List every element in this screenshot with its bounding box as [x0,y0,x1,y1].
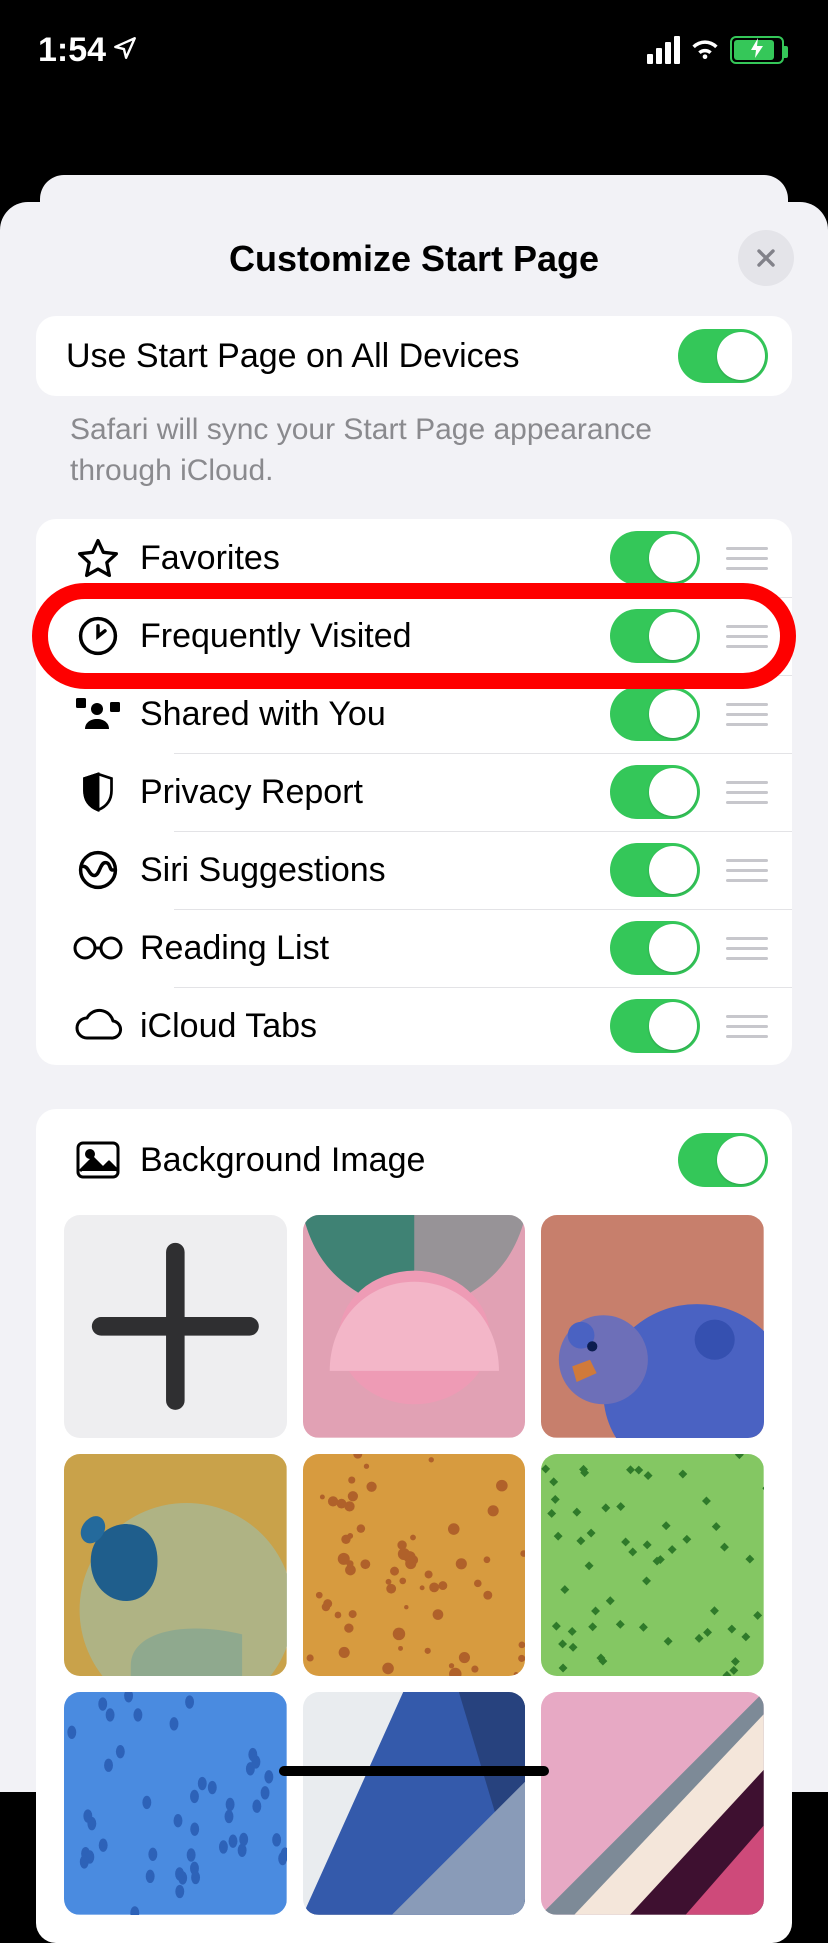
sheet-title: Customize Start Page [229,238,599,279]
item-toggle[interactable] [610,843,700,897]
drag-handle-icon[interactable] [726,859,768,882]
background-thumb-parrot[interactable] [64,1454,287,1677]
drag-handle-icon[interactable] [726,1015,768,1038]
people-icon [66,696,130,732]
add-background-button[interactable] [64,1215,287,1438]
background-header-row[interactable]: Background Image [36,1109,792,1197]
background-thumb-bear[interactable] [541,1215,764,1438]
cellular-icon [647,36,680,64]
drag-handle-icon[interactable] [726,703,768,726]
item-label: Frequently Visited [130,617,602,656]
background-thumb-butterfly[interactable] [303,1215,526,1438]
status-time: 1:54 [38,31,138,70]
sync-row[interactable]: Use Start Page on All Devices [36,316,792,396]
item-toggle[interactable] [610,765,700,819]
background-thumb-tri-blue[interactable] [303,1692,526,1915]
customize-start-page-sheet: Customize Start Page Use Start Page on A… [0,202,828,1792]
home-indicator[interactable] [279,1766,549,1776]
drag-handle-icon[interactable] [726,937,768,960]
drag-handle-icon[interactable] [726,781,768,804]
item-toggle[interactable] [610,687,700,741]
background-thumb-dots-green[interactable] [541,1454,764,1677]
item-row-glasses[interactable]: Reading List [36,909,792,987]
background-toggle[interactable] [678,1133,768,1187]
wifi-icon [688,35,722,66]
siri-icon [66,848,130,892]
item-row-clock[interactable]: Frequently Visited [36,597,792,675]
star-icon [66,536,130,580]
item-row-people[interactable]: Shared with You [36,675,792,753]
glasses-icon [66,934,130,962]
item-toggle[interactable] [610,921,700,975]
item-row-star[interactable]: Favorites [36,519,792,597]
item-label: Reading List [130,929,602,968]
drag-handle-icon[interactable] [726,625,768,648]
item-label: Privacy Report [130,773,602,812]
close-button[interactable] [738,230,794,286]
sync-card: Use Start Page on All Devices [36,316,792,396]
shield-icon [66,770,130,814]
item-row-shield[interactable]: Privacy Report [36,753,792,831]
image-icon [66,1141,130,1179]
background-thumb-rain-blue[interactable] [64,1692,287,1915]
item-toggle[interactable] [610,531,700,585]
item-label: Favorites [130,539,602,578]
background-thumb-tri-pink[interactable] [541,1692,764,1915]
clock-icon [66,614,130,658]
item-row-siri[interactable]: Siri Suggestions [36,831,792,909]
background-label: Background Image [130,1141,670,1180]
battery-charging-icon [730,36,784,64]
sync-label: Use Start Page on All Devices [66,337,670,376]
item-label: iCloud Tabs [130,1007,602,1046]
status-bar: 1:54 [0,0,828,100]
background-thumbs [36,1197,792,1943]
sync-toggle[interactable] [678,329,768,383]
item-label: Siri Suggestions [130,851,602,890]
item-label: Shared with You [130,695,602,734]
item-toggle[interactable] [610,999,700,1053]
sync-hint: Safari will sync your Start Page appeara… [36,396,792,491]
background-thumb-dots-orange[interactable] [303,1454,526,1677]
location-icon [112,31,138,70]
item-row-cloud[interactable]: iCloud Tabs [36,987,792,1065]
items-card: Favorites Frequently Visited Shared with Y… [36,519,792,1065]
background-card: Background Image [36,1109,792,1943]
item-toggle[interactable] [610,609,700,663]
drag-handle-icon[interactable] [726,547,768,570]
cloud-icon [66,1008,130,1044]
sheet-header: Customize Start Page [0,238,828,280]
